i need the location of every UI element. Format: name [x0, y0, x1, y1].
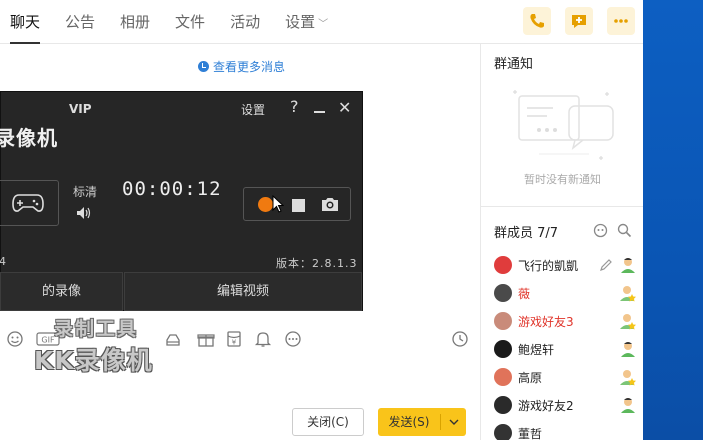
member-name: 游戏好友2 — [518, 398, 574, 413]
member-item[interactable]: 飞行的凱凱 — [494, 251, 639, 279]
member-level-icon — [620, 286, 636, 302]
avatar — [494, 256, 512, 274]
member-item[interactable]: 游戏好友2 — [494, 391, 639, 419]
member-list: 飞行的凱凱 薇 游戏好友3 鲍煜轩 高原 游戏好友2 董哲 — [494, 251, 639, 440]
svg-text:¥: ¥ — [232, 339, 237, 347]
chevron-down-icon: ﹀ — [318, 19, 329, 30]
close-button[interactable]: ✕ — [338, 98, 351, 117]
member-name: 薇 — [518, 286, 531, 301]
vip-label[interactable]: VIP — [69, 102, 92, 116]
avatar — [494, 312, 512, 330]
record-button[interactable] — [258, 197, 273, 212]
record-controls — [243, 187, 351, 221]
close-chat-button[interactable]: 关闭(C) — [292, 408, 364, 436]
game-mode-button[interactable] — [0, 180, 59, 226]
quality-selector[interactable]: 标清 — [73, 183, 97, 200]
clock-icon — [198, 61, 209, 72]
tab-files[interactable]: 文件 — [175, 0, 205, 44]
avatar — [494, 396, 512, 414]
group-info-panel: 群通知 暂时没有新通知 群成员 7/7 飞行的凱凱 薇 游戏好友3 鲍煜轩 高原… — [480, 44, 644, 440]
add-message-icon — [572, 15, 586, 28]
gift-icon[interactable] — [197, 330, 215, 348]
group-notice-title: 群通知 — [494, 57, 534, 72]
tab-bar: 聊天 公告 相册 文件 活动 设置 ﹀ — [10, 0, 353, 44]
view-more-messages-link[interactable]: 查看更多消息 — [198, 58, 285, 75]
no-new-notice-text: 暂时没有新通知 — [524, 173, 601, 186]
help-button[interactable]: ? — [290, 97, 299, 116]
recorder-title: 录像机 — [0, 126, 58, 150]
divider — [481, 206, 644, 207]
emoji-icon[interactable] — [6, 330, 24, 348]
member-name: 董哲 — [518, 426, 543, 440]
volume-icon[interactable] — [76, 206, 92, 220]
tab-settings[interactable]: 设置 ﹀ — [285, 0, 328, 44]
recorder-settings-button[interactable]: 设置 — [241, 101, 265, 118]
minimize-button[interactable] — [314, 111, 325, 113]
tab-album[interactable]: 相册 — [120, 0, 150, 44]
member-role-icon — [621, 342, 635, 357]
member-item[interactable]: 薇 — [494, 279, 639, 307]
member-name: 游戏好友3 — [518, 314, 574, 329]
member-role-icon — [621, 258, 635, 273]
send-button[interactable]: 发送(S) — [378, 408, 466, 436]
version-label: 版本：2.8.1.3 — [276, 257, 358, 270]
screenshot-icon[interactable] — [164, 330, 182, 348]
search-icon[interactable] — [617, 223, 632, 238]
avatar — [494, 368, 512, 386]
desktop-background — [643, 0, 703, 440]
camera-icon[interactable] — [321, 196, 339, 212]
more-icon — [614, 19, 628, 23]
tab-activity[interactable]: 活动 — [230, 0, 260, 44]
new-message-button[interactable] — [565, 7, 593, 35]
my-recordings-button[interactable]: 的录像 — [0, 272, 123, 311]
gamepad-icon — [12, 194, 44, 212]
empty-notice-illustration — [513, 90, 614, 160]
stop-button[interactable] — [292, 199, 305, 212]
member-name: 鲍煜轩 — [518, 342, 555, 357]
red-packet-icon[interactable]: ¥ — [225, 330, 243, 348]
recording-timer: 00:00:12 — [122, 178, 222, 200]
fps-readout: 4 — [0, 255, 6, 268]
member-name: 飞行的凱凱 — [518, 258, 579, 273]
cursor-icon — [272, 195, 284, 213]
recorder-window[interactable]: VIP 设置 ? ✕ 录像机 标清 00:00:12 4 版本：2.8.1.3 … — [0, 91, 363, 311]
member-item[interactable]: 游戏好友3 — [494, 307, 639, 335]
avatar — [494, 284, 512, 302]
member-role-icon — [621, 398, 635, 413]
history-clock-icon[interactable] — [451, 330, 469, 348]
watermark-line1: 录制工具 — [54, 318, 139, 340]
watermark-line2: KK录像机 — [34, 346, 153, 375]
avatar — [494, 340, 512, 358]
tab-chat[interactable]: 聊天 — [10, 0, 41, 44]
edit-video-button[interactable]: 编辑视频 — [124, 272, 362, 311]
chevron-down-icon[interactable] — [446, 414, 462, 430]
send-label: 发送(S) — [388, 415, 430, 429]
avatar — [494, 424, 512, 440]
member-level-icon — [620, 370, 636, 386]
member-name: 高原 — [518, 370, 543, 385]
tab-settings-label: 设置 — [285, 13, 316, 31]
member-item[interactable]: 董哲 — [494, 419, 639, 440]
member-level-icon — [620, 314, 636, 330]
tab-announcement[interactable]: 公告 — [65, 0, 95, 44]
group-chat-header: 聊天 公告 相册 文件 活动 设置 ﹀ — [0, 0, 643, 44]
more-options-button[interactable] — [607, 7, 635, 35]
phone-call-button[interactable] — [523, 7, 551, 35]
divider — [440, 414, 441, 430]
view-more-messages-label: 查看更多消息 — [213, 60, 286, 74]
phone-icon — [530, 14, 544, 28]
member-item[interactable]: 高原 — [494, 363, 639, 391]
member-settings-icon[interactable] — [593, 223, 608, 238]
group-members-title: 群成员 7/7 — [494, 226, 559, 241]
edit-icon[interactable] — [599, 258, 613, 272]
member-item[interactable]: 鲍煜轩 — [494, 335, 639, 363]
bell-icon[interactable] — [254, 330, 272, 348]
more-icon[interactable] — [284, 330, 302, 348]
